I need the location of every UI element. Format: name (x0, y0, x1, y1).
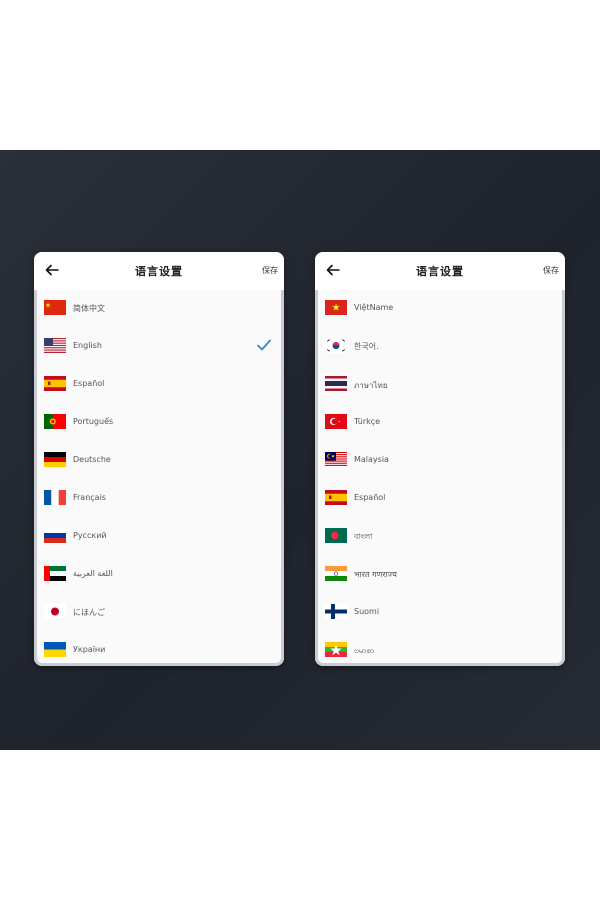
language-label: ภาษาไทย (354, 381, 388, 390)
language-item-ukrainian[interactable]: України (34, 632, 284, 666)
spain-flag-icon (325, 490, 347, 505)
language-label: বাংলা (354, 532, 373, 541)
vietnam-flag-icon (325, 300, 347, 315)
header-bar: 语言设置 保存 (315, 252, 565, 290)
spain-flag-icon (44, 376, 66, 391)
korea-flag-icon (325, 338, 347, 353)
language-label: ဗမာစာ (354, 646, 375, 655)
language-label: 简体中文 (73, 304, 105, 313)
malaysia-flag-icon (325, 452, 347, 467)
language-label: Portuguếs (73, 417, 114, 426)
language-label: にほんご (73, 608, 105, 617)
japan-flag-icon (44, 604, 66, 619)
language-item-bengali[interactable]: বাংলা (315, 518, 565, 556)
language-item-chinese[interactable]: 简体中文 (34, 290, 284, 328)
language-label: भारत गणराज्य (354, 570, 397, 579)
finland-flag-icon (325, 604, 347, 619)
language-list: 简体中文 English Español Portuguếs Deutsche (34, 290, 284, 666)
germany-flag-icon (44, 452, 66, 467)
page-title: 语言设置 (135, 265, 183, 278)
language-item-finnish[interactable]: Suomi (315, 594, 565, 632)
india-flag-icon (325, 566, 347, 581)
dark-background: 语言设置 保存 简体中文 English Español Portuguếs D… (0, 150, 600, 750)
header-bar: 语言设置 保存 (34, 252, 284, 290)
china-flag-icon (44, 300, 66, 315)
language-settings-panel-left: 语言设置 保存 简体中文 English Español Portuguếs D… (34, 252, 284, 666)
language-item-spanish[interactable]: Español (315, 480, 565, 518)
ukraine-flag-icon (44, 642, 66, 657)
language-item-russian[interactable]: Русский (34, 518, 284, 556)
language-item-thai[interactable]: ภาษาไทย (315, 366, 565, 404)
uae-flag-icon (44, 566, 66, 581)
language-item-german[interactable]: Deutsche (34, 442, 284, 480)
language-item-burmese[interactable]: ဗမာစာ (315, 632, 565, 666)
language-label: Deutsche (73, 455, 111, 464)
language-label: English (73, 341, 102, 350)
language-item-korean[interactable]: 한국어. (315, 328, 565, 366)
language-list: ViệtName 한국어. ภาษาไทย Türkçe Malaysia Es… (315, 290, 565, 666)
language-label: України (73, 645, 106, 654)
language-item-vietnamese[interactable]: ViệtName (315, 290, 565, 328)
language-label: Malaysia (354, 455, 389, 464)
russia-flag-icon (44, 528, 66, 543)
language-label: ViệtName (354, 303, 394, 312)
language-label: Español (354, 493, 386, 502)
myanmar-flag-icon (325, 642, 347, 657)
language-item-arabic[interactable]: اللغة العربية (34, 556, 284, 594)
save-button[interactable]: 保存 (543, 265, 559, 276)
language-label: Suomi (354, 607, 380, 616)
language-label: اللغة العربية (73, 569, 113, 578)
language-item-spanish[interactable]: Español (34, 366, 284, 404)
language-item-malay[interactable]: Malaysia (315, 442, 565, 480)
language-label: Español (73, 379, 105, 388)
language-label: Français (73, 493, 106, 502)
language-item-portuguese[interactable]: Portuguếs (34, 404, 284, 442)
page-title: 语言设置 (416, 265, 464, 278)
language-item-japanese[interactable]: にほんご (34, 594, 284, 632)
language-label: 한국어. (354, 342, 379, 351)
save-button[interactable]: 保存 (262, 265, 278, 276)
language-label: Türkçe (354, 417, 381, 426)
thailand-flag-icon (325, 376, 347, 391)
bangladesh-flag-icon (325, 528, 347, 543)
france-flag-icon (44, 490, 66, 505)
language-item-french[interactable]: Français (34, 480, 284, 518)
language-item-turkish[interactable]: Türkçe (315, 404, 565, 442)
selected-check-icon (257, 339, 271, 351)
language-label: Русский (73, 531, 107, 540)
language-settings-panel-right: 语言设置 保存 ViệtName 한국어. ภาษาไทย Türkçe Mal… (315, 252, 565, 666)
portugal-flag-icon (44, 414, 66, 429)
usa-flag-icon (44, 338, 66, 353)
turkey-flag-icon (325, 414, 347, 429)
language-item-english[interactable]: English (34, 328, 284, 366)
language-item-hindi[interactable]: भारत गणराज्य (315, 556, 565, 594)
